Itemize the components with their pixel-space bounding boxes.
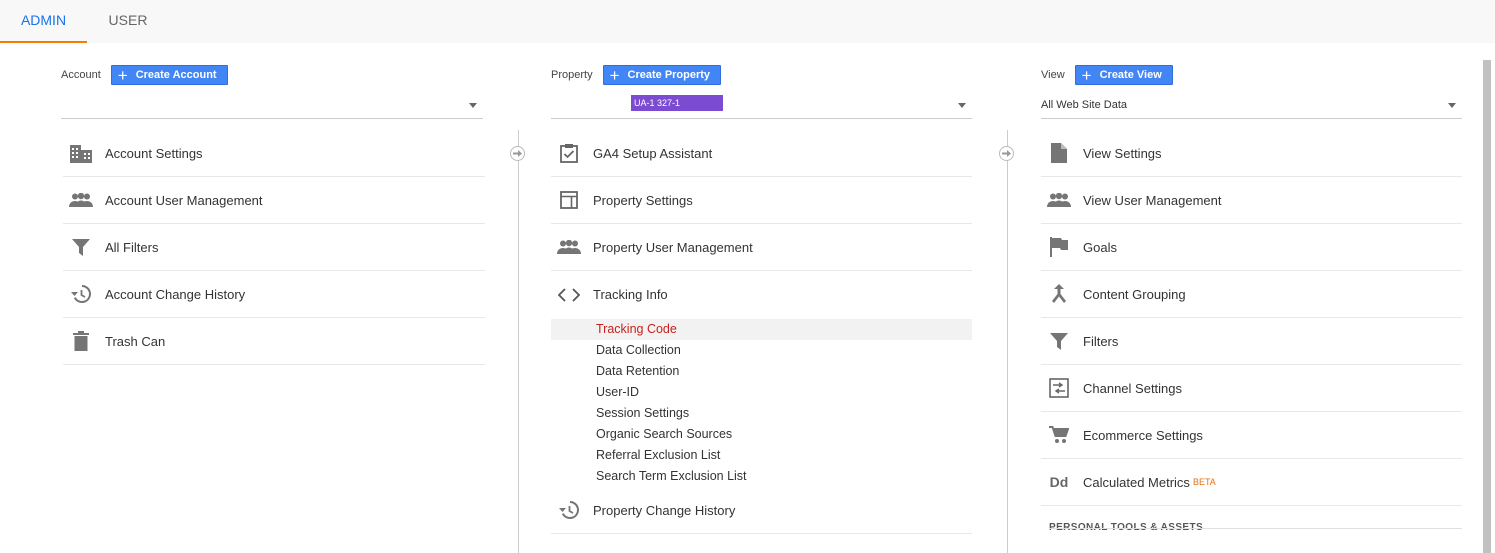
account-label: Account	[61, 69, 101, 81]
menu-item-label: View User Management	[1083, 192, 1222, 208]
building-icon	[69, 141, 93, 165]
menu-item-calculated-metrics[interactable]: Dd Calculated Metrics BETA	[1041, 459, 1462, 506]
menu-item-channel-settings[interactable]: Channel Settings	[1041, 365, 1462, 412]
subitem-search-term-exclusion-list[interactable]: Search Term Exclusion List	[551, 466, 972, 487]
page-scrollbar[interactable]	[1483, 60, 1491, 553]
menu-item-label: Trash Can	[105, 333, 166, 349]
dropdown-caret-icon	[1448, 103, 1456, 108]
trash-icon	[69, 329, 93, 353]
dropdown-caret-icon	[958, 103, 966, 108]
tab-admin[interactable]: ADMIN	[0, 0, 87, 43]
menu-item-label: Property User Management	[593, 239, 753, 255]
checklist-icon	[557, 141, 581, 165]
menu-item-content-grouping[interactable]: Content Grouping	[1041, 271, 1462, 318]
create-property-button[interactable]: + Create Property	[602, 65, 722, 85]
property-menu: GA4 Setup Assistant Property Settings Pr…	[551, 130, 972, 534]
menu-item-tracking-info[interactable]: Tracking Info	[551, 271, 972, 318]
arrow-right-icon	[999, 146, 1014, 161]
cart-icon	[1047, 423, 1071, 447]
plus-icon: +	[1081, 65, 1092, 85]
account-header: Account + Create Account	[61, 65, 228, 85]
channel-icon	[1047, 376, 1071, 400]
column-divider	[518, 130, 519, 553]
create-view-button[interactable]: + Create View	[1074, 65, 1173, 85]
menu-item-label: Account Settings	[105, 145, 203, 161]
filter-icon	[1047, 329, 1071, 353]
tab-user[interactable]: USER	[87, 0, 169, 43]
menu-item-label: Tracking Info	[593, 287, 668, 302]
property-selected: UA-1 327-1	[631, 95, 723, 111]
account-selector[interactable]	[61, 95, 483, 119]
view-label: View	[1041, 69, 1065, 81]
beta-badge: BETA	[1192, 477, 1216, 487]
create-account-button[interactable]: + Create Account	[110, 65, 228, 85]
subitem-data-collection[interactable]: Data Collection	[551, 340, 972, 361]
menu-item-filters[interactable]: Filters	[1041, 318, 1462, 365]
create-property-label: Create Property	[627, 69, 711, 81]
account-menu: Account Settings Account User Management…	[63, 130, 485, 365]
column-divider	[1007, 130, 1008, 553]
menu-item-account-user-management[interactable]: Account User Management	[63, 177, 485, 224]
subitem-session-settings[interactable]: Session Settings	[551, 403, 972, 424]
menu-item-label: Account User Management	[105, 192, 263, 208]
create-view-label: Create View	[1099, 69, 1162, 81]
menu-item-label: Goals	[1083, 239, 1117, 255]
view-menu: View Settings View User Management Goals…	[1041, 130, 1462, 506]
dropdown-caret-icon	[469, 103, 477, 108]
menu-item-label: GA4 Setup Assistant	[593, 145, 713, 161]
top-tab-bar: ADMIN USER	[0, 0, 1495, 43]
filter-icon	[69, 235, 93, 259]
subitem-data-retention[interactable]: Data Retention	[551, 361, 972, 382]
flag-icon	[1047, 235, 1071, 259]
people-icon	[69, 188, 93, 212]
plus-icon: +	[117, 65, 128, 85]
menu-item-property-settings[interactable]: Property Settings	[551, 177, 972, 224]
property-label: Property	[551, 69, 593, 81]
menu-item-label: Property Change History	[593, 502, 736, 518]
menu-item-ga4-setup-assistant[interactable]: GA4 Setup Assistant	[551, 130, 972, 177]
subitem-user-id[interactable]: User-ID	[551, 382, 972, 403]
menu-item-all-filters[interactable]: All Filters	[63, 224, 485, 271]
menu-item-label: Filters	[1083, 333, 1119, 349]
history-icon	[69, 282, 93, 306]
menu-item-label: View Settings	[1083, 145, 1162, 161]
layout-icon	[557, 188, 581, 212]
property-header: Property + Create Property	[551, 65, 722, 85]
view-selector[interactable]: All Web Site Data	[1041, 95, 1462, 119]
property-selector[interactable]: UA-1 327-1	[551, 95, 972, 119]
menu-item-trash-can[interactable]: Trash Can	[63, 318, 485, 365]
menu-item-view-settings[interactable]: View Settings	[1041, 130, 1462, 177]
menu-item-ecommerce-settings[interactable]: Ecommerce Settings	[1041, 412, 1462, 459]
menu-item-goals[interactable]: Goals	[1041, 224, 1462, 271]
menu-item-label: Property Settings	[593, 192, 693, 208]
view-header: View + Create View	[1041, 65, 1173, 85]
people-icon	[557, 235, 581, 259]
menu-item-label: Content Grouping	[1083, 286, 1186, 302]
subitem-referral-exclusion-list[interactable]: Referral Exclusion List	[551, 445, 972, 466]
history-icon	[557, 498, 581, 522]
dd-icon: Dd	[1049, 474, 1069, 490]
menu-item-view-user-management[interactable]: View User Management	[1041, 177, 1462, 224]
code-icon	[557, 283, 581, 307]
plus-icon: +	[609, 65, 620, 85]
section-divider	[1049, 528, 1462, 529]
menu-item-label: Account Change History	[105, 286, 246, 302]
merge-icon	[1047, 282, 1071, 306]
menu-item-label: Channel Settings	[1083, 380, 1183, 396]
tracking-submenu: Tracking Code Data Collection Data Reten…	[551, 319, 972, 487]
menu-item-account-settings[interactable]: Account Settings	[63, 130, 485, 177]
menu-item-property-user-management[interactable]: Property User Management	[551, 224, 972, 271]
people-icon	[1047, 188, 1071, 212]
arrow-right-icon	[510, 146, 525, 161]
menu-item-label: Ecommerce Settings	[1083, 427, 1203, 443]
menu-item-label: All Filters	[105, 239, 159, 255]
document-icon	[1047, 141, 1071, 165]
subitem-tracking-code[interactable]: Tracking Code	[551, 319, 972, 340]
menu-item-property-change-history[interactable]: Property Change History	[551, 487, 972, 534]
menu-item-account-change-history[interactable]: Account Change History	[63, 271, 485, 318]
view-selected: All Web Site Data	[1041, 99, 1128, 111]
menu-item-label: Calculated Metrics	[1083, 474, 1190, 490]
create-account-label: Create Account	[135, 69, 217, 81]
subitem-organic-search-sources[interactable]: Organic Search Sources	[551, 424, 972, 445]
